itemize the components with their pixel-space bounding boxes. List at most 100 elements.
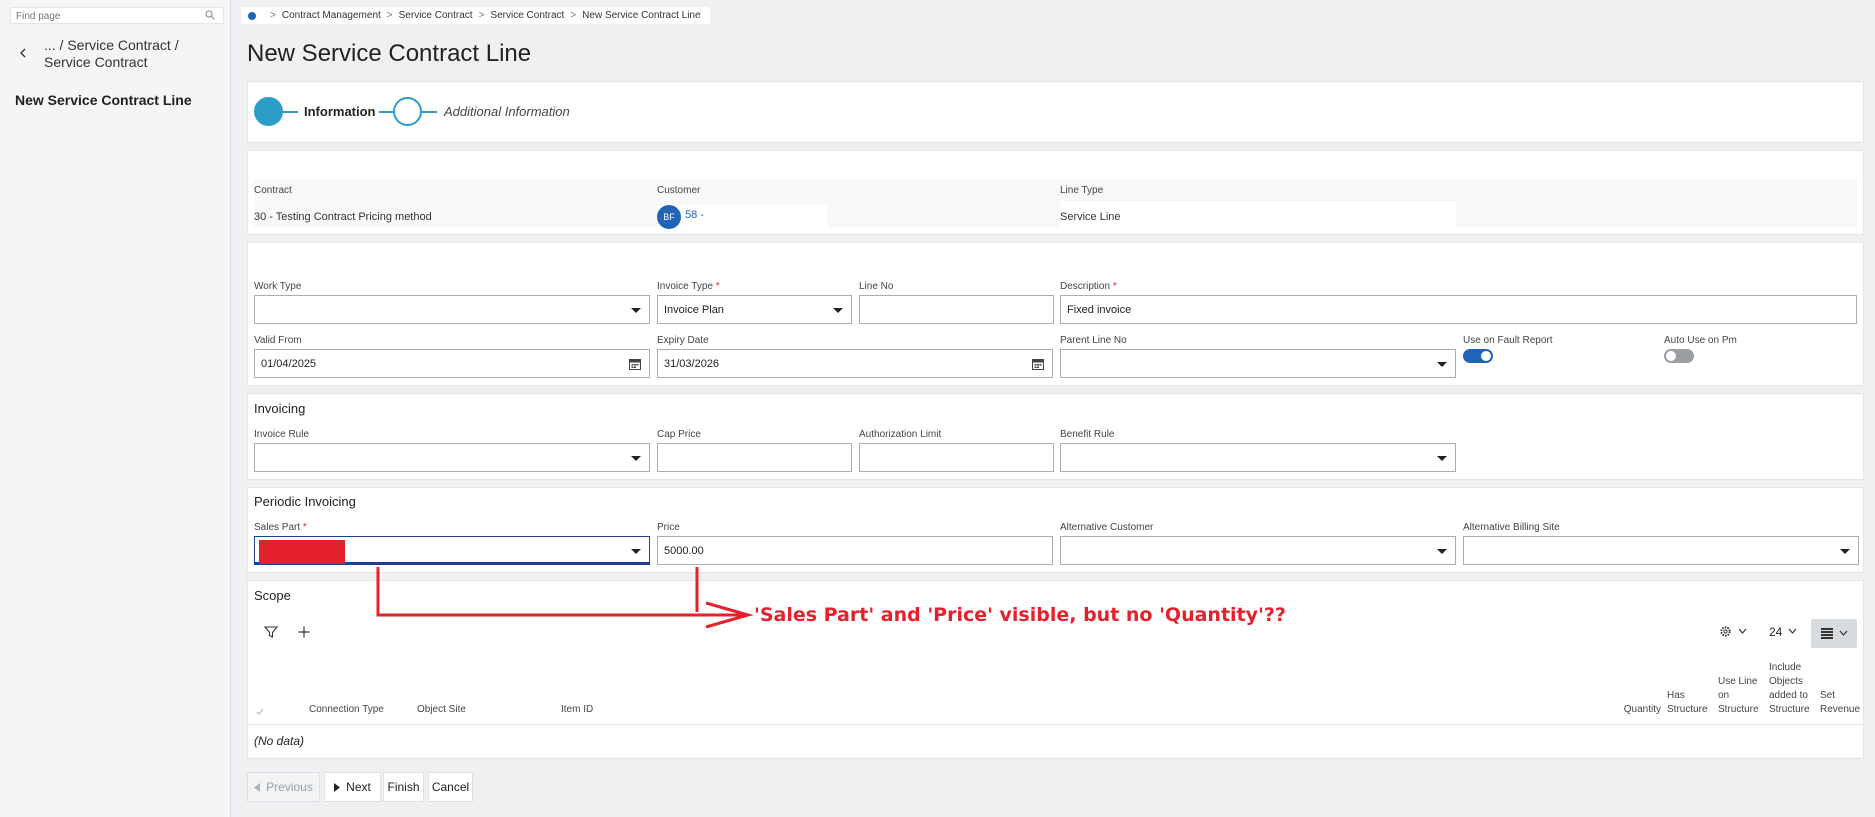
line-type-label: Line Type — [1060, 185, 1104, 196]
invoice-type-dropdown[interactable]: Invoice Plan — [657, 295, 852, 324]
previous-button[interactable]: Previous — [247, 772, 320, 802]
authorization-limit-input[interactable] — [859, 443, 1054, 472]
description-input[interactable]: Fixed invoice — [1060, 295, 1857, 324]
price-input[interactable]: 5000.00 — [657, 536, 1053, 565]
step-2-label[interactable]: Additional Information — [444, 104, 570, 119]
price-label: Price — [657, 522, 680, 533]
customer-link[interactable]: 58 - — [685, 209, 704, 221]
fault-report-toggle[interactable] — [1463, 349, 1493, 363]
home-icon[interactable] — [248, 11, 256, 20]
toggle-knob — [1666, 351, 1676, 361]
chevron-down-icon[interactable] — [1437, 456, 1447, 461]
step-connector — [422, 111, 437, 113]
next-label: Next — [346, 780, 371, 794]
invoice-type-label-text: Invoice Type — [657, 281, 713, 292]
contract-header-card: Contract 30 - Testing Contract Pricing m… — [247, 150, 1864, 235]
required-marker: * — [302, 522, 307, 533]
expiry-date-label: Expiry Date — [657, 335, 709, 346]
work-type-dropdown[interactable] — [254, 295, 650, 324]
work-type-label: Work Type — [254, 281, 302, 292]
breadcrumb-item[interactable]: Service Contract — [490, 10, 564, 21]
line-type-value: Service Line — [1060, 211, 1121, 223]
filter-icon[interactable] — [264, 625, 278, 639]
contract-value: 30 - Testing Contract Pricing method — [254, 211, 432, 223]
breadcrumb-item[interactable]: Contract Management — [282, 10, 381, 21]
step-2-circle[interactable] — [393, 97, 422, 126]
column-header[interactable]: Connection Type — [309, 703, 384, 717]
view-mode-button[interactable] — [1811, 619, 1857, 648]
column-header[interactable]: Object Site — [417, 703, 466, 717]
general-card: Work Type Invoice Type * Invoice Plan Li… — [247, 242, 1864, 386]
back-chevron-icon[interactable] — [16, 46, 30, 60]
chevron-down-icon[interactable] — [1437, 549, 1447, 554]
sales-part-dropdown[interactable] — [254, 536, 650, 565]
valid-from-input[interactable]: 01/04/2025 — [254, 349, 650, 378]
step-1-circle[interactable] — [254, 97, 283, 126]
parent-line-dropdown[interactable] — [1060, 349, 1456, 378]
table-divider — [248, 724, 1863, 725]
gear-icon[interactable] — [1719, 625, 1732, 638]
chevron-down-icon[interactable] — [631, 308, 641, 313]
breadcrumb-separator: > — [570, 10, 577, 21]
column-header-quantity[interactable]: Quantity — [1621, 703, 1661, 717]
find-page-box[interactable] — [10, 7, 224, 24]
parent-line-label: Parent Line No — [1060, 335, 1127, 346]
fault-report-label: Use on Fault Report — [1463, 335, 1553, 346]
column-header[interactable]: Item ID — [561, 703, 593, 717]
page-title: New Service Contract Line — [247, 40, 532, 67]
breadcrumb-separator: > — [270, 10, 276, 21]
chevron-down-icon[interactable] — [833, 308, 843, 313]
search-icon[interactable] — [205, 10, 215, 20]
select-all-checkmark-icon[interactable] — [256, 708, 264, 715]
calendar-icon[interactable] — [1032, 358, 1044, 370]
next-triangle-icon — [334, 782, 341, 792]
previous-triangle-icon — [254, 782, 261, 792]
cap-price-input[interactable] — [657, 443, 852, 472]
chevron-down-icon[interactable] — [1738, 628, 1747, 635]
periodic-invoicing-card: Periodic Invoicing Sales Part * Price 50… — [247, 487, 1864, 573]
description-label-text: Description — [1060, 281, 1111, 292]
column-header[interactable]: Has Structure — [1667, 689, 1709, 717]
cancel-button[interactable]: Cancel — [428, 772, 473, 802]
line-no-label: Line No — [859, 281, 894, 292]
column-header[interactable]: Set Revenue — [1820, 689, 1860, 717]
step-1-label[interactable]: Information — [304, 104, 376, 119]
auto-pm-label: Auto Use on Pm — [1664, 335, 1737, 346]
invoice-rule-label: Invoice Rule — [254, 429, 310, 440]
chevron-down-icon[interactable] — [631, 456, 641, 461]
invoice-rule-dropdown[interactable] — [254, 443, 650, 472]
no-data-text: (No data) — [254, 734, 305, 748]
line-no-input[interactable] — [859, 295, 1054, 324]
column-header[interactable]: Use Line on Structure — [1718, 675, 1760, 717]
column-header[interactable]: Include Objects added to Structure — [1769, 661, 1813, 717]
contract-label: Contract — [254, 185, 292, 196]
valid-from-value: 01/04/2025 — [261, 357, 317, 370]
next-button[interactable]: Next — [324, 772, 381, 802]
periodic-invoicing-title: Periodic Invoicing — [254, 494, 356, 509]
find-page-input[interactable] — [11, 9, 191, 24]
benefit-rule-dropdown[interactable] — [1060, 443, 1456, 472]
settings-menu[interactable] — [1719, 623, 1753, 641]
add-icon[interactable] — [297, 625, 311, 639]
chevron-down-icon[interactable] — [1840, 549, 1850, 554]
alternative-billing-site-dropdown[interactable] — [1463, 536, 1859, 565]
calendar-icon[interactable] — [629, 358, 641, 370]
alternative-customer-dropdown[interactable] — [1060, 536, 1456, 565]
sidebar-page-title[interactable]: New Service Contract Line — [15, 92, 192, 108]
customer-chip[interactable]: BF 58 - — [657, 205, 827, 229]
toggle-knob — [1481, 351, 1491, 361]
chevron-down-icon[interactable] — [1788, 628, 1797, 635]
breadcrumb-separator: > — [478, 10, 485, 21]
step-connector — [283, 111, 298, 113]
page-size-selector[interactable]: 24 — [1769, 623, 1803, 641]
invoice-type-value: Invoice Plan — [664, 303, 724, 316]
expiry-date-input[interactable]: 31/03/2026 — [657, 349, 1053, 378]
breadcrumb-item-current: New Service Contract Line — [582, 10, 701, 21]
chevron-down-icon[interactable] — [631, 549, 641, 554]
alternative-billing-site-label: Alternative Billing Site — [1463, 522, 1560, 533]
breadcrumb-item[interactable]: Service Contract — [399, 10, 473, 21]
sidebar-breadcrumb[interactable]: ... / Service Contract / Service Contrac… — [44, 37, 224, 71]
finish-button[interactable]: Finish — [383, 772, 424, 802]
auto-pm-toggle[interactable] — [1664, 349, 1694, 363]
chevron-down-icon[interactable] — [1437, 362, 1447, 367]
